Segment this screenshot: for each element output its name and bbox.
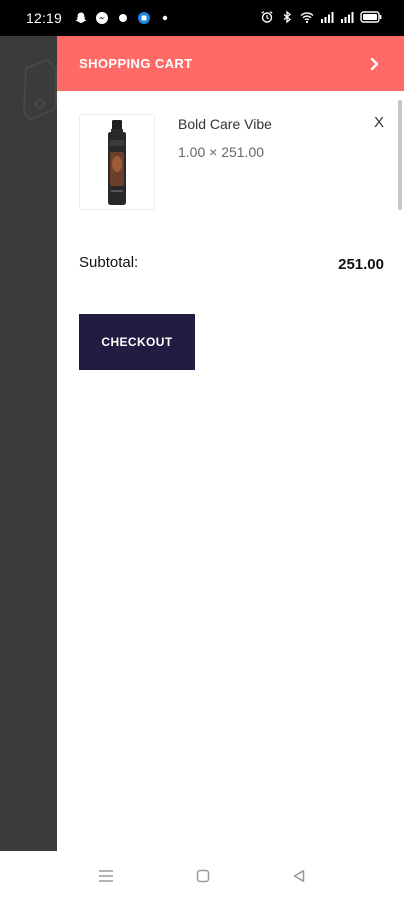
small-dot-icon xyxy=(162,15,168,21)
product-thumbnail[interactable] xyxy=(79,114,155,210)
subtotal-label: Subtotal: xyxy=(79,254,139,271)
remove-item-button[interactable]: X xyxy=(374,114,384,131)
status-left-icons xyxy=(74,11,172,25)
signal-icon xyxy=(341,12,354,23)
shopping-cart-drawer: SHOPPING CART Bold Care Vibe 1.00 × 251.… xyxy=(57,36,404,851)
back-triangle-icon[interactable] xyxy=(290,867,308,885)
status-bar: 12:19 xyxy=(0,0,404,36)
menu-icon[interactable] xyxy=(97,867,115,885)
scrollbar[interactable] xyxy=(398,100,402,210)
background-cart-icon xyxy=(22,58,57,122)
signal-icon xyxy=(321,12,334,23)
cart-item: Bold Care Vibe 1.00 × 251.00 X xyxy=(79,114,384,210)
product-bottle-image xyxy=(108,120,126,205)
notification-dot-icon xyxy=(119,14,127,22)
subtotal-value: 251.00 xyxy=(338,256,384,273)
alarm-icon xyxy=(261,11,273,23)
item-name[interactable]: Bold Care Vibe xyxy=(178,116,272,132)
battery-icon xyxy=(360,11,382,23)
chevron-right-icon[interactable] xyxy=(366,55,384,73)
home-square-icon[interactable] xyxy=(194,867,212,885)
messenger-icon xyxy=(96,12,108,24)
app-badge-icon xyxy=(138,12,150,24)
wifi-icon xyxy=(300,12,314,24)
page-overlay[interactable] xyxy=(0,36,57,851)
drawer-header: SHOPPING CART xyxy=(57,36,404,91)
snapchat-icon xyxy=(75,12,87,23)
status-time: 12:19 xyxy=(26,10,63,26)
status-right-icons xyxy=(260,10,382,24)
system-nav-bar xyxy=(0,851,404,900)
item-qty-price: 1.00 × 251.00 xyxy=(178,144,265,160)
drawer-title: SHOPPING CART xyxy=(79,56,193,71)
bluetooth-icon xyxy=(283,10,292,24)
checkout-button[interactable]: CHECKOUT xyxy=(79,314,195,370)
